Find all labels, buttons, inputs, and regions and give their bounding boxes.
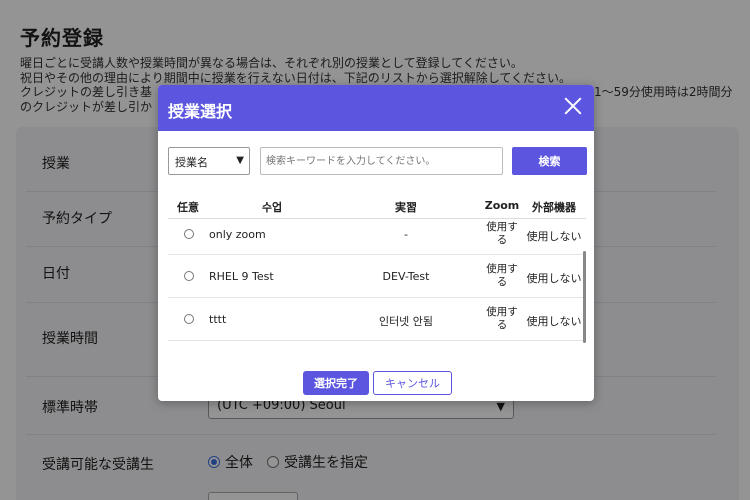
chevron-down-icon: ▼ (236, 155, 244, 166)
cancel-button[interactable]: キャンセル (373, 371, 452, 395)
row-class-name: tttt (209, 313, 227, 326)
table-row[interactable]: tttt 인터넷 안됨 使用する 使用しない (168, 298, 586, 341)
row-radio[interactable] (184, 271, 194, 281)
column-header-zoom: Zoom (484, 199, 520, 212)
modal-header: 授業選択 (158, 85, 594, 131)
row-zoom: 使用する (486, 306, 518, 331)
close-icon[interactable] (562, 95, 584, 117)
row-radio[interactable] (184, 314, 194, 324)
table-body: only zoom - 使用する 使用しない RHEL 9 Test DEV-T… (168, 219, 586, 341)
row-lab: - (404, 228, 408, 241)
class-select-modal: 授業選択 授業名 ▼ 検索 任意 수업 実習 Zoom 外部機器 only zo… (158, 85, 594, 401)
row-lab: 인터넷 안됨 (378, 315, 434, 328)
search-row: 授業名 ▼ 検索 (168, 147, 588, 175)
table-header: 任意 수업 実習 Zoom 外部機器 (168, 191, 586, 219)
column-header-class: 수업 (261, 201, 283, 214)
column-header-select: 任意 (177, 201, 199, 214)
row-lab: DEV-Test (382, 270, 430, 283)
row-zoom: 使用する (486, 221, 518, 246)
row-zoom: 使用する (486, 263, 518, 288)
search-field-select[interactable]: 授業名 ▼ (168, 147, 250, 175)
modal-footer: 選択完了 キャンセル (158, 371, 594, 395)
table-row[interactable]: only zoom - 使用する 使用しない (168, 219, 586, 255)
column-header-lab: 実習 (395, 201, 417, 214)
modal-title: 授業選択 (168, 102, 233, 121)
row-class-name: RHEL 9 Test (209, 270, 274, 283)
row-device: 使用しない (526, 230, 582, 243)
select-done-button[interactable]: 選択完了 (303, 371, 369, 395)
table-row[interactable]: RHEL 9 Test DEV-Test 使用する 使用しない (168, 255, 586, 298)
search-input[interactable] (260, 147, 503, 175)
column-header-device: 外部機器 (532, 201, 576, 214)
row-device: 使用しない (526, 272, 582, 285)
search-field-select-value: 授業名 (175, 156, 208, 169)
search-button[interactable]: 検索 (512, 147, 587, 175)
row-device: 使用しない (526, 315, 582, 328)
row-radio[interactable] (184, 229, 194, 239)
class-table: 任意 수업 実習 Zoom 外部機器 only zoom - 使用する 使用しな… (168, 191, 586, 343)
table-scrollbar[interactable] (583, 251, 586, 343)
row-class-name: only zoom (209, 228, 266, 241)
